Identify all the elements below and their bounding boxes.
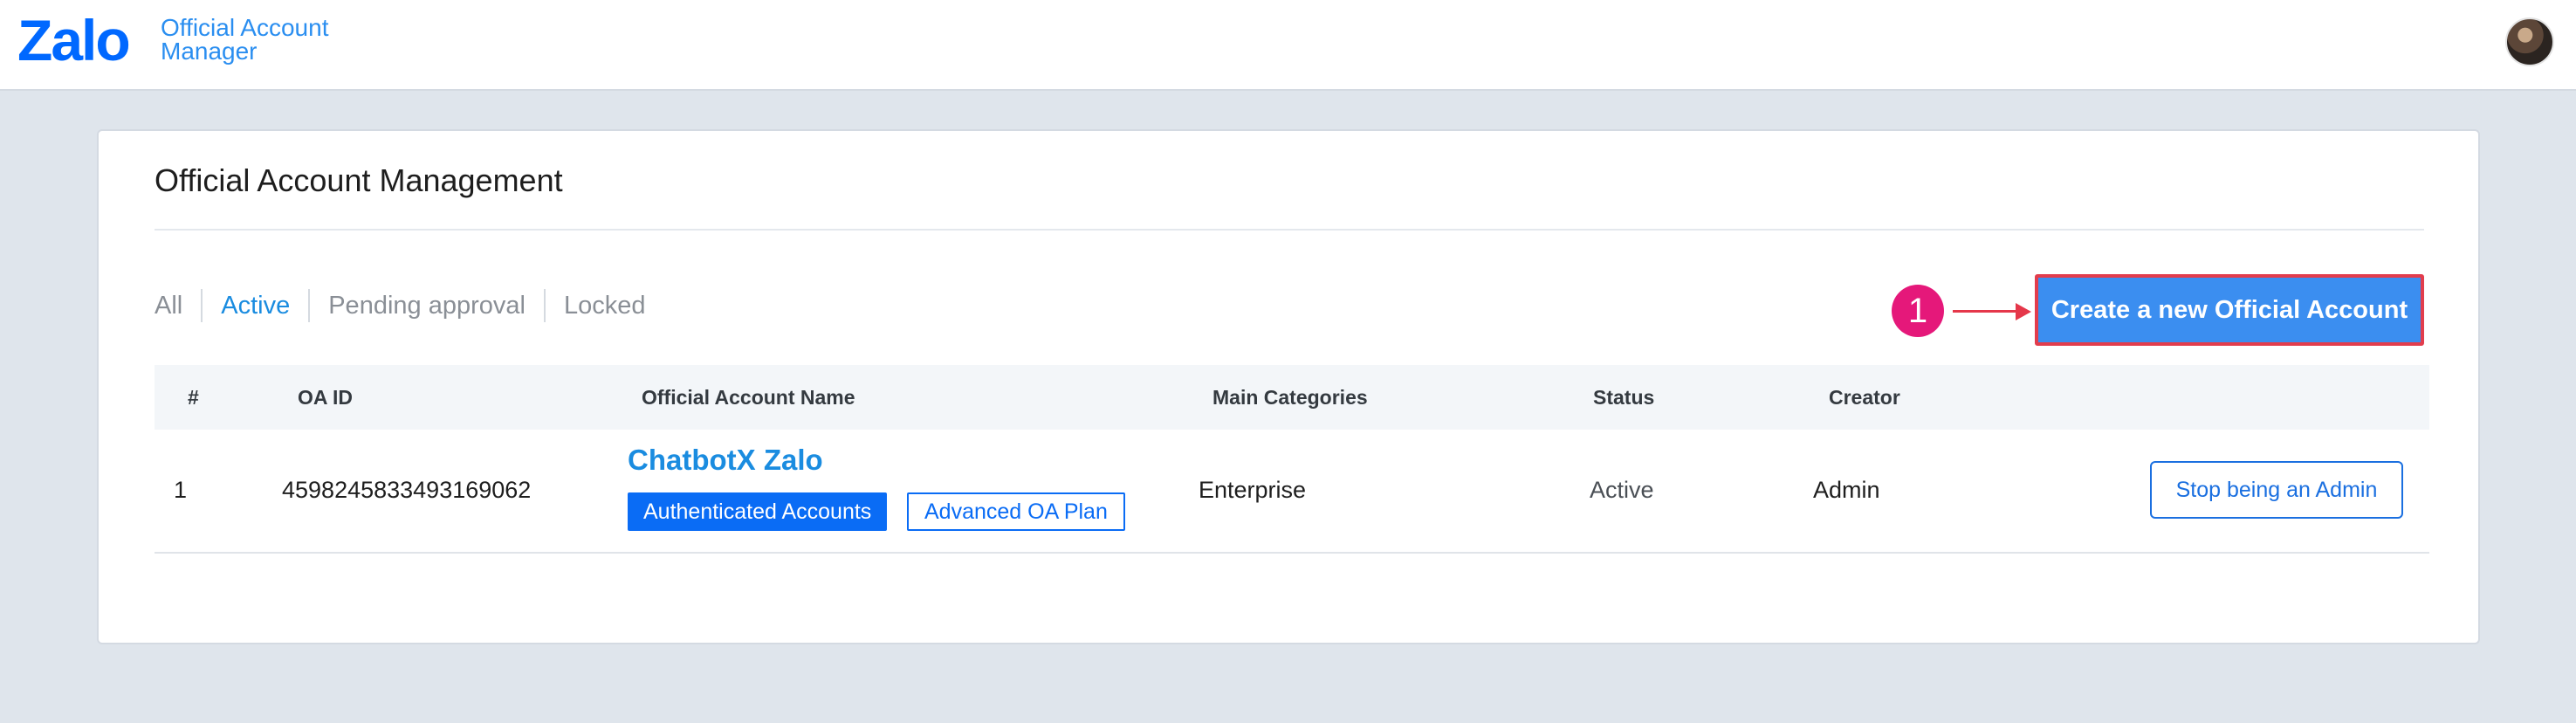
logo-subtitle-line2: Manager [161, 38, 258, 65]
column-header-index: # [188, 386, 199, 409]
column-header-main-categories: Main Categories [1212, 386, 1368, 409]
stop-being-admin-button[interactable]: Stop being an Admin [2150, 461, 2403, 519]
oa-management-card: Official Account Management All Active P… [97, 129, 2480, 644]
annotation-step-badge: 1 [1892, 285, 1944, 337]
user-avatar-icon[interactable] [2505, 17, 2554, 66]
row-status: Active [1590, 477, 1654, 503]
row-oa-id: 4598245833493169062 [282, 477, 532, 503]
annotation-arrowhead-icon [2016, 303, 2031, 320]
filter-tab-active[interactable]: Active [201, 289, 308, 322]
column-header-status: Status [1593, 386, 1655, 409]
create-official-account-button[interactable]: Create a new Official Account [2035, 274, 2424, 346]
table-row: 1 4598245833493169062 ChatbotX Zalo Auth… [155, 430, 2429, 554]
filter-tabs: All Active Pending approval Locked [155, 288, 663, 323]
row-main-category: Enterprise [1199, 477, 1307, 503]
row-index: 1 [174, 477, 188, 503]
logo-subtitle-line1: Official Account [161, 14, 329, 41]
page-title: Official Account Management [155, 162, 563, 198]
zalo-logo[interactable]: Zalo [17, 5, 131, 75]
column-header-oa-name: Official Account Name [642, 386, 855, 409]
column-header-oa-id: OA ID [298, 386, 354, 409]
column-header-creator: Creator [1829, 386, 1900, 409]
table-header: # OA ID Official Account Name Main Categ… [155, 365, 2429, 430]
advanced-oa-plan-badge: Advanced OA Plan [907, 492, 1125, 531]
filter-tab-all[interactable]: All [155, 289, 201, 322]
annotation-arrow-icon [1953, 310, 2021, 313]
filter-tab-pending-approval[interactable]: Pending approval [308, 289, 544, 322]
logo-subtitle: Official Account Manager [161, 14, 329, 65]
top-header: Zalo Official Account Manager [0, 0, 2576, 91]
authenticated-accounts-badge: Authenticated Accounts [628, 492, 888, 531]
divider [155, 229, 2424, 231]
row-creator: Admin [1813, 477, 1880, 503]
oa-name-link[interactable]: ChatbotX Zalo [628, 444, 823, 477]
filter-tab-locked[interactable]: Locked [543, 289, 664, 322]
